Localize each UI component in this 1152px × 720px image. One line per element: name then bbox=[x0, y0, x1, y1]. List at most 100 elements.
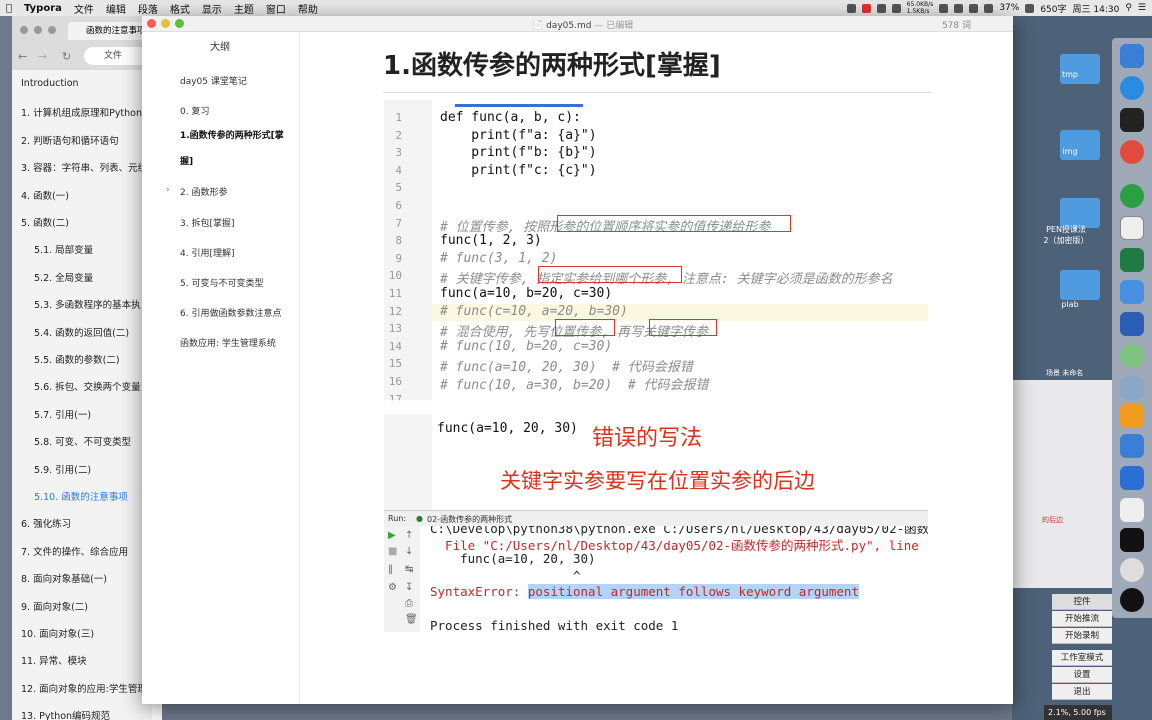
finder-icon[interactable] bbox=[1120, 44, 1144, 68]
toc-item[interactable]: 5.3. 多函数程序的基本执 bbox=[34, 297, 141, 311]
menu-help[interactable]: 帮助 bbox=[292, 1, 324, 16]
down-icon[interactable]: ↓ bbox=[405, 546, 413, 557]
stop-icon[interactable]: ■ bbox=[388, 546, 397, 557]
pause-icon[interactable]: ‖ bbox=[388, 564, 393, 575]
back-icon[interactable]: ← bbox=[18, 50, 27, 63]
outline-item[interactable]: 5. 可变与不可变类型 bbox=[180, 276, 263, 289]
settings-button[interactable]: 设置 bbox=[1052, 667, 1112, 683]
android-icon[interactable] bbox=[1120, 344, 1144, 368]
record-icon[interactable] bbox=[846, 3, 856, 13]
outline-item[interactable]: 1.函数传参的两种形式[掌 bbox=[180, 128, 284, 141]
toc-item[interactable]: 8. 面向对象基础(一) bbox=[21, 571, 107, 585]
window-icon[interactable] bbox=[1120, 434, 1144, 458]
clock[interactable]: 周三 14:30 bbox=[1073, 2, 1120, 15]
pause-icon[interactable] bbox=[861, 3, 871, 13]
flag-icon[interactable] bbox=[1025, 3, 1035, 13]
document-heading[interactable]: 1.函数传参的两种形式[掌握] bbox=[383, 45, 721, 82]
start-recording-button[interactable]: 开始录制 bbox=[1052, 628, 1112, 644]
wechat-icon[interactable] bbox=[954, 3, 964, 13]
toc-item[interactable]: 5.5. 函数的参数(二) bbox=[34, 352, 120, 366]
sublime-icon[interactable] bbox=[1120, 404, 1144, 428]
toc-item[interactable]: 6. 强化练习 bbox=[21, 516, 71, 530]
toc-item[interactable]: 5.8. 可变、不可变类型 bbox=[34, 434, 131, 448]
menu-window[interactable]: 窗口 bbox=[260, 1, 292, 16]
zoom-icon[interactable] bbox=[175, 19, 184, 28]
word-count[interactable]: 578 词 bbox=[942, 18, 971, 31]
trash-icon[interactable]: 🗑 bbox=[405, 614, 418, 625]
outline-item[interactable]: 4. 引用[理解] bbox=[180, 246, 234, 259]
reload-icon[interactable]: ↻ bbox=[62, 50, 71, 63]
toc-item[interactable]: 5.10. 函数的注意事项 bbox=[34, 489, 128, 503]
apple-menu-icon[interactable]:  bbox=[0, 3, 18, 14]
toc-item[interactable]: 9. 面向对象(二) bbox=[21, 599, 88, 613]
start-streaming-button[interactable]: 开始推流 bbox=[1052, 611, 1112, 627]
battery-level[interactable]: 37% bbox=[999, 3, 1019, 13]
menu-theme[interactable]: 主题 bbox=[228, 1, 260, 16]
terminal-icon[interactable] bbox=[1120, 108, 1144, 132]
pycharm-icon[interactable] bbox=[1120, 528, 1144, 552]
outline-item[interactable]: 6. 引用做函数参数注意点 bbox=[180, 306, 281, 319]
toc-item[interactable]: 5.1. 局部变量 bbox=[34, 242, 93, 256]
print-icon[interactable]: ⎙ bbox=[405, 598, 413, 609]
toc-item[interactable]: 3. 容器：字符串、列表、元组 bbox=[21, 160, 147, 174]
toc-item[interactable]: 1. 计算机组成原理和Python bbox=[21, 105, 142, 119]
obs-icon[interactable] bbox=[1120, 588, 1144, 612]
wifi-icon[interactable] bbox=[984, 3, 994, 13]
menu-edit[interactable]: 编辑 bbox=[100, 1, 132, 16]
toc-item[interactable]: 10. 面向对象(三) bbox=[21, 626, 94, 640]
toc-item[interactable]: 5.2. 全局变量 bbox=[34, 270, 93, 284]
control-center-icon[interactable]: ☰ bbox=[1138, 3, 1146, 13]
menu-format[interactable]: 格式 bbox=[164, 1, 196, 16]
bluetooth-icon[interactable] bbox=[969, 3, 979, 13]
settings-icon[interactable]: ⚙ bbox=[388, 582, 397, 593]
toc-item[interactable]: 7. 文件的操作、综合应用 bbox=[21, 544, 128, 558]
windows-icon[interactable] bbox=[1120, 466, 1144, 490]
toc-item[interactable]: 5.6. 拆包、交换两个变量 bbox=[34, 379, 141, 393]
app-menu[interactable]: Typora bbox=[18, 3, 68, 14]
minimize-icon[interactable] bbox=[161, 19, 170, 28]
menu-paragraph[interactable]: 段落 bbox=[132, 1, 164, 16]
minimize-icon[interactable] bbox=[34, 26, 42, 34]
forward-icon[interactable]: → bbox=[38, 50, 47, 63]
studio-mode-button[interactable]: 工作室模式 bbox=[1052, 650, 1112, 666]
menu-view[interactable]: 显示 bbox=[196, 1, 228, 16]
outline-item[interactable]: 握] bbox=[180, 154, 193, 167]
outline-item[interactable]: 0. 复习 bbox=[180, 104, 209, 117]
search-icon[interactable]: ⚲ bbox=[1125, 3, 1132, 13]
safari-icon[interactable] bbox=[1120, 76, 1144, 100]
toc-item[interactable]: 5. 函数(二) bbox=[21, 215, 69, 229]
zoom-icon[interactable] bbox=[48, 26, 56, 34]
run-tab[interactable]: 02-函数传参的两种形式 bbox=[427, 514, 512, 525]
close-icon[interactable] bbox=[20, 26, 28, 34]
toc-item[interactable]: Introduction bbox=[21, 78, 79, 89]
folder-icon[interactable] bbox=[1060, 54, 1100, 84]
cloud-icon[interactable] bbox=[1120, 498, 1144, 522]
typora-icon[interactable] bbox=[1120, 216, 1144, 240]
menu-file[interactable]: 文件 bbox=[68, 1, 100, 16]
run-icon[interactable]: ▶ bbox=[388, 530, 396, 541]
evernote-icon[interactable] bbox=[1120, 184, 1144, 208]
outline-item[interactable]: 函数应用: 学生管理系统 bbox=[180, 336, 276, 349]
run-console[interactable]: C:\Develop\python38\python.exe C:/Users/… bbox=[420, 526, 928, 632]
outline-item[interactable]: 3. 拆包[掌握] bbox=[180, 216, 234, 229]
sync-icon[interactable] bbox=[891, 3, 901, 13]
toc-item[interactable]: 2. 判断语句和循环语句 bbox=[21, 133, 119, 147]
toc-item[interactable]: 5.9. 引用(二) bbox=[34, 462, 91, 476]
m-icon[interactable] bbox=[939, 3, 949, 13]
toc-item[interactable]: 11. 异常、模块 bbox=[21, 653, 87, 667]
installer-icon[interactable] bbox=[1120, 280, 1144, 304]
word-icon[interactable] bbox=[1120, 312, 1144, 336]
up-icon[interactable]: ↑ bbox=[405, 530, 413, 541]
toc-item[interactable]: 4. 函数(一) bbox=[21, 188, 69, 202]
toc-item[interactable]: 5.4. 函数的返回值(二) bbox=[34, 325, 129, 339]
outline-expand-icon[interactable]: › bbox=[166, 185, 170, 195]
chrome-icon[interactable] bbox=[1120, 140, 1144, 164]
preview-icon[interactable] bbox=[1120, 376, 1144, 400]
time-machine-icon[interactable] bbox=[1120, 558, 1144, 582]
tab-active[interactable]: 函数的注意事项 bbox=[68, 22, 152, 40]
toc-item[interactable]: 12. 面向对象的应用:学生管理 bbox=[21, 681, 147, 695]
app-status-icon[interactable] bbox=[876, 3, 886, 13]
exit-button[interactable]: 退出 bbox=[1052, 684, 1112, 700]
toc-item[interactable]: 13. Python编码规范 bbox=[21, 708, 110, 720]
scroll-end-icon[interactable]: ↧ bbox=[405, 582, 413, 593]
